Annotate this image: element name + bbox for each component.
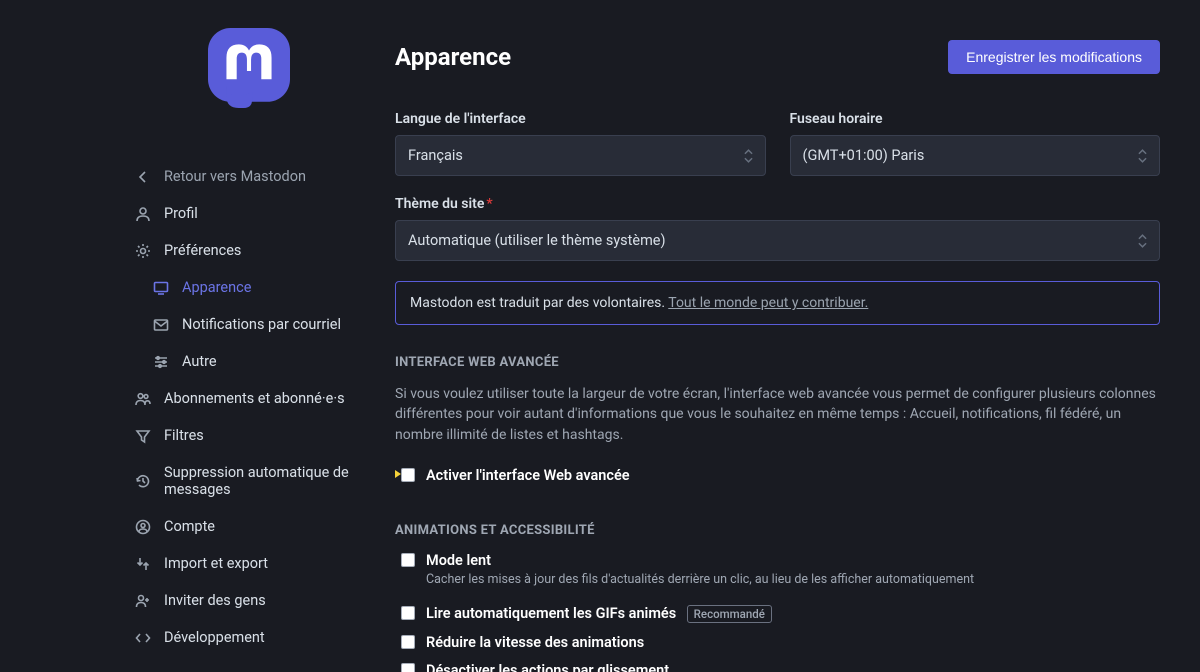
nav-label: Suppression automatique de messages	[164, 464, 395, 498]
main-content: Apparence Enregistrer les modifications …	[395, 0, 1200, 672]
sidebar-sub-appearance[interactable]: Apparence	[153, 269, 395, 306]
filter-icon	[135, 428, 151, 444]
advanced-ui-description: Si vous voulez utiliser toute la largeur…	[395, 384, 1160, 445]
theme-select[interactable]: Automatique (utiliser le thème système)	[395, 220, 1160, 261]
enable-advanced-ui-label: Activer l'interface Web avancée	[426, 467, 630, 484]
disable-swipe-label: Désactiver les actions par glissement	[426, 662, 669, 672]
slow-mode-description: Cacher les mises à jour des fils d'actua…	[426, 572, 1160, 587]
language-field: Langue de l'interface Français	[395, 111, 766, 176]
select-chevron-icon	[1138, 149, 1147, 163]
autoplay-gif-label: Lire automatiquement les GIFs animés	[426, 605, 676, 622]
select-chevron-icon	[744, 149, 753, 163]
reduce-motion-row: Réduire la vitesse des animations	[401, 634, 1160, 651]
nav-label: Notifications par courriel	[182, 316, 341, 333]
sidebar-item-filters[interactable]: Filtres	[135, 417, 395, 454]
nav-label: Profil	[164, 205, 198, 222]
language-value: Français	[408, 147, 463, 164]
enable-advanced-ui-checkbox[interactable]	[401, 468, 415, 482]
theme-value: Automatique (utiliser le thème système)	[408, 232, 666, 249]
timezone-field: Fuseau horaire (GMT+01:00) Paris	[790, 111, 1161, 176]
contribute-link[interactable]: Tout le monde peut y contribuer.	[668, 295, 868, 311]
translation-hint: Mastodon est traduit par des volontaires…	[395, 281, 1160, 325]
autoplay-gif-checkbox[interactable]	[401, 606, 415, 620]
users-icon	[135, 391, 151, 407]
reduce-motion-checkbox[interactable]	[401, 635, 415, 649]
sidebar-item-account[interactable]: Compte	[135, 508, 395, 545]
nav-label: Préférences	[164, 242, 241, 259]
language-select[interactable]: Français	[395, 135, 766, 176]
page-title: Apparence	[395, 43, 511, 71]
disable-swipe-checkbox[interactable]	[401, 663, 415, 672]
page-header: Apparence Enregistrer les modifications	[395, 40, 1160, 74]
nav-label: Autre	[182, 353, 217, 370]
mastodon-logo	[208, 28, 290, 110]
save-button[interactable]: Enregistrer les modifications	[948, 40, 1160, 74]
code-icon	[135, 630, 151, 646]
monitor-icon	[153, 280, 169, 296]
history-icon	[135, 473, 151, 489]
import-export-icon	[135, 556, 151, 572]
slow-mode-row: Mode lent Cacher les mises à jour des fi…	[401, 552, 1160, 587]
user-plus-icon	[135, 593, 151, 609]
sidebar-sub-other[interactable]: Autre	[153, 343, 395, 380]
nav-label: Retour vers Mastodon	[164, 168, 306, 185]
sidebar-item-invite[interactable]: Inviter des gens	[135, 582, 395, 619]
sidebar-item-preferences[interactable]: Préférences	[135, 232, 395, 269]
nav-label: Filtres	[164, 427, 204, 444]
enable-advanced-ui-row: Activer l'interface Web avancée	[401, 467, 1160, 484]
recommended-badge: Recommandé	[687, 605, 772, 623]
sliders-icon	[153, 354, 169, 370]
language-label: Langue de l'interface	[395, 111, 766, 127]
back-to-mastodon-link[interactable]: Retour vers Mastodon	[135, 158, 395, 195]
theme-label: Thème du site*	[395, 196, 1160, 212]
mail-icon	[153, 317, 169, 333]
animations-heading: Animations et accessibilité	[395, 523, 1160, 538]
autoplay-gif-row: Lire automatiquement les GIFs animés Rec…	[401, 605, 1160, 623]
user-icon	[135, 206, 151, 222]
reduce-motion-label: Réduire la vitesse des animations	[426, 634, 644, 651]
nav-label: Compte	[164, 518, 215, 535]
nav-label: Import et export	[164, 555, 268, 572]
select-chevron-icon	[1138, 234, 1147, 248]
sidebar-sub-notifications[interactable]: Notifications par courriel	[153, 306, 395, 343]
slow-mode-checkbox[interactable]	[401, 553, 415, 567]
chevron-left-icon	[135, 169, 151, 185]
hint-text: Mastodon est traduit par des volontaires…	[410, 295, 668, 311]
sidebar-item-autodelete[interactable]: Suppression automatique de messages	[135, 454, 395, 508]
slow-mode-label: Mode lent	[426, 552, 491, 569]
sidebar: Retour vers Mastodon Profil Préférences …	[0, 0, 395, 672]
gear-icon	[135, 243, 151, 259]
timezone-select[interactable]: (GMT+01:00) Paris	[790, 135, 1161, 176]
timezone-value: (GMT+01:00) Paris	[803, 147, 925, 164]
advanced-ui-heading: Interface web avancée	[395, 355, 1160, 370]
sidebar-item-follows[interactable]: Abonnements et abonné·e·s	[135, 380, 395, 417]
nav-label: Abonnements et abonné·e·s	[164, 390, 345, 407]
disable-swipe-row: Désactiver les actions par glissement	[401, 662, 1160, 672]
theme-field: Thème du site* Automatique (utiliser le …	[395, 196, 1160, 261]
nav-label: Inviter des gens	[164, 592, 266, 609]
sidebar-item-profile[interactable]: Profil	[135, 195, 395, 232]
sidebar-item-import-export[interactable]: Import et export	[135, 545, 395, 582]
sidebar-item-development[interactable]: Développement	[135, 619, 395, 656]
nav-label: Apparence	[182, 279, 251, 296]
nav-label: Développement	[164, 629, 265, 646]
account-icon	[135, 519, 151, 535]
timezone-label: Fuseau horaire	[790, 111, 1161, 127]
